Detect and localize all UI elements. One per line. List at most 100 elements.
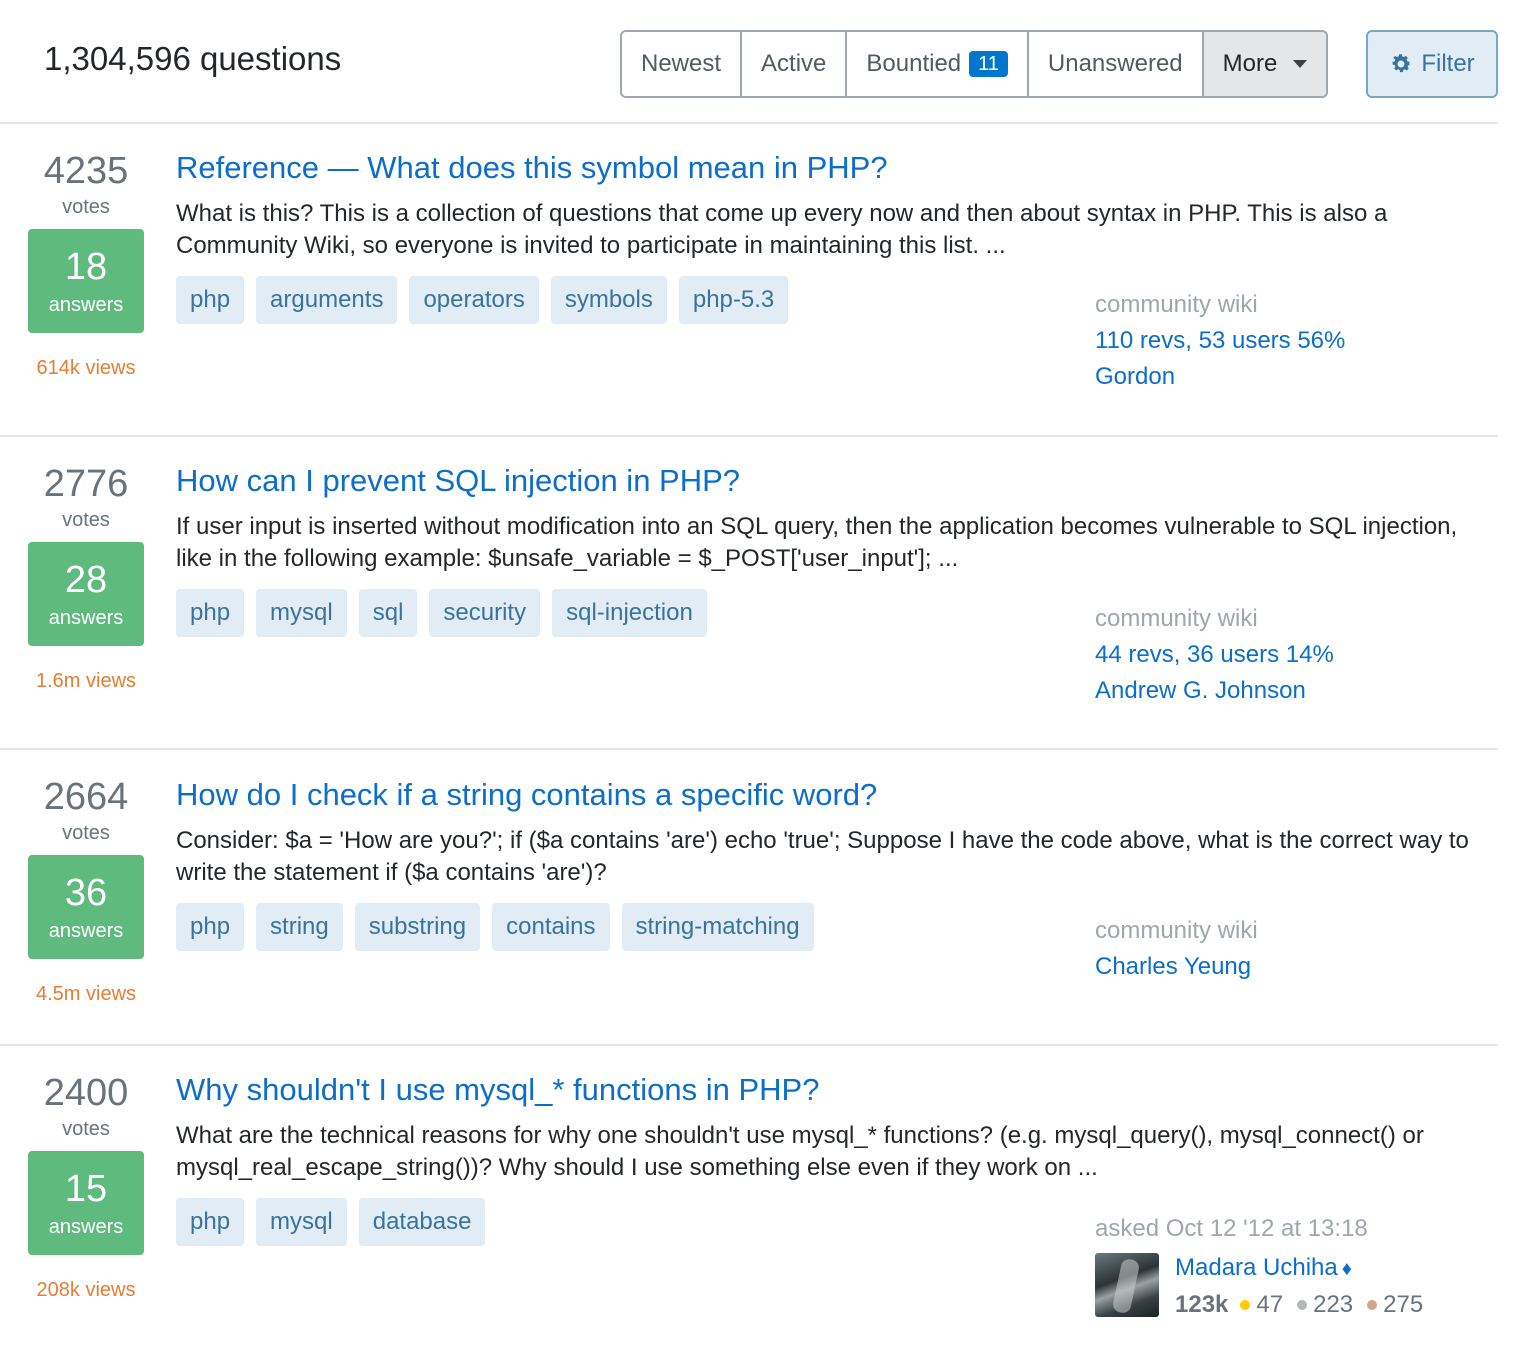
tag[interactable]: symbols	[550, 276, 667, 324]
view-count: 1.6m views	[35, 670, 137, 692]
tag[interactable]: php	[176, 1198, 245, 1246]
answers-label: answers	[48, 606, 124, 629]
question-stats: 2664 votes 36 answers 4.5m views	[24, 776, 148, 1006]
tag[interactable]: database	[358, 1198, 486, 1246]
filter-button[interactable]: Filter	[1366, 30, 1498, 98]
tab-more[interactable]: More	[1203, 32, 1327, 96]
answers-label: answers	[48, 919, 124, 942]
answer-count-box: 36 answers	[28, 855, 144, 959]
questions-header: 1,304,596 questions Newest Active Bounti…	[0, 0, 1498, 124]
question-body: How do I check if a string contains a sp…	[176, 775, 1476, 951]
tab-label: Unanswered	[1047, 50, 1183, 77]
votes-label: votes	[62, 1118, 110, 1140]
question-stats: 2776 votes 28 answers 1.6m views	[24, 463, 148, 693]
community-wiki-label: community wiki	[1095, 917, 1258, 944]
answers-label: answers	[48, 1215, 124, 1238]
vote-count: 2776	[43, 463, 129, 505]
tag-list: php string substring contains string-mat…	[176, 903, 1476, 951]
question-title-link[interactable]: Reference — What does this symbol mean i…	[176, 148, 1476, 188]
question-excerpt: What is this? This is a collection of qu…	[176, 200, 1388, 259]
tag[interactable]: substring	[354, 903, 481, 951]
asked-timestamp: asked Oct 12 '12 at 13:18	[1095, 1215, 1368, 1242]
tag[interactable]: arguments	[256, 276, 398, 324]
post-owner: community wiki 110 revs, 53 users 56% Go…	[1095, 287, 1345, 395]
votes-label: votes	[62, 822, 110, 844]
post-owner: community wiki 44 revs, 36 users 14% And…	[1095, 601, 1334, 709]
bronze-badges: 275	[1367, 1288, 1423, 1322]
bounty-count-badge: 11	[969, 51, 1008, 77]
user-card: Madara Uchiha ♦ 123k 47 223 275	[1095, 1253, 1437, 1322]
tag[interactable]: php	[176, 276, 245, 324]
avatar[interactable]	[1095, 1253, 1159, 1317]
votes-label: votes	[62, 509, 110, 531]
gold-badge-icon	[1240, 1300, 1251, 1310]
question-summary: 4235 votes 18 answers 614k views Referen…	[0, 124, 1498, 437]
bronze-badge-count: 275	[1383, 1291, 1424, 1318]
vote-count: 4235	[43, 150, 129, 192]
filter-label: Filter	[1421, 50, 1475, 77]
gold-badges: 47	[1240, 1288, 1283, 1322]
tab-active[interactable]: Active	[742, 32, 848, 96]
view-count: 4.5m views	[35, 983, 137, 1005]
question-excerpt: Consider: $a = 'How are you?'; if ($a co…	[176, 827, 1469, 886]
question-excerpt: If user input is inserted without modifi…	[176, 513, 1458, 572]
user-link[interactable]: Madara Uchiha	[1175, 1254, 1338, 1281]
silver-badges: 223	[1297, 1288, 1353, 1322]
reputation-score: 123k	[1175, 1291, 1229, 1318]
tag[interactable]: operators	[409, 276, 539, 324]
tab-newest[interactable]: Newest	[622, 32, 743, 96]
answer-count: 36	[64, 871, 108, 914]
community-wiki-label: community wiki	[1095, 291, 1258, 318]
tag[interactable]: string-matching	[621, 903, 814, 951]
bronze-badge-icon	[1367, 1300, 1378, 1310]
gear-icon	[1392, 54, 1411, 73]
gold-badge-count: 47	[1256, 1291, 1284, 1318]
tag[interactable]: php	[176, 589, 245, 637]
tab-unanswered[interactable]: Unanswered	[1028, 32, 1204, 96]
caret-down-icon	[1293, 60, 1308, 68]
tab-label: Active	[761, 50, 827, 77]
revisions-link[interactable]: 44 revs, 36 users 14%	[1095, 637, 1334, 673]
question-stats: 2400 votes 15 answers 208k views	[24, 1072, 148, 1302]
tag[interactable]: php	[176, 903, 245, 951]
tag[interactable]: sql-injection	[552, 589, 707, 637]
tag[interactable]: security	[429, 589, 541, 637]
votes-label: votes	[62, 196, 110, 218]
tag[interactable]: mysql	[256, 1198, 347, 1246]
answer-count-box: 18 answers	[28, 229, 144, 333]
revisions-link[interactable]: 110 revs, 53 users 56%	[1095, 323, 1345, 359]
question-title-link[interactable]: How do I check if a string contains a sp…	[176, 775, 1476, 815]
user-details: Madara Uchiha ♦ 123k 47 223 275	[1175, 1253, 1437, 1322]
view-count: 614k views	[36, 357, 136, 379]
question-stats: 4235 votes 18 answers 614k views	[24, 150, 148, 380]
answer-count: 28	[64, 558, 108, 601]
answers-label: answers	[48, 293, 124, 316]
question-summary: 2664 votes 36 answers 4.5m views How do …	[0, 750, 1498, 1046]
question-summary: 2400 votes 15 answers 208k views Why sho…	[0, 1046, 1498, 1356]
user-link[interactable]: Charles Yeung	[1095, 949, 1258, 985]
answer-count-box: 28 answers	[28, 542, 144, 646]
question-title-link[interactable]: Why shouldn't I use mysql_* functions in…	[176, 1070, 1476, 1110]
user-link[interactable]: Gordon	[1095, 359, 1345, 395]
tag[interactable]: contains	[492, 903, 610, 951]
vote-count: 2400	[43, 1072, 129, 1114]
sort-tabs: Newest Active Bountied 11 Unanswered Mor…	[620, 30, 1329, 98]
question-title-link[interactable]: How can I prevent SQL injection in PHP?	[176, 461, 1476, 501]
post-owner: community wiki Charles Yeung	[1095, 913, 1258, 985]
vote-count: 2664	[43, 776, 129, 818]
user-link[interactable]: Andrew G. Johnson	[1095, 673, 1334, 709]
tag[interactable]: sql	[358, 589, 418, 637]
tag[interactable]: string	[256, 903, 343, 951]
community-wiki-label: community wiki	[1095, 605, 1258, 632]
silver-badge-count: 223	[1313, 1291, 1354, 1318]
tag[interactable]: mysql	[256, 589, 347, 637]
tab-label: More	[1222, 50, 1278, 77]
tab-label: Bountied	[866, 50, 962, 77]
tab-bountied[interactable]: Bountied 11	[847, 32, 1029, 96]
question-excerpt: What are the technical reasons for why o…	[176, 1122, 1424, 1181]
silver-badge-icon	[1297, 1300, 1308, 1310]
tag[interactable]: php-5.3	[678, 276, 789, 324]
view-count: 208k views	[36, 1279, 136, 1301]
tab-label: Newest	[641, 50, 722, 77]
answer-count: 15	[64, 1167, 108, 1210]
